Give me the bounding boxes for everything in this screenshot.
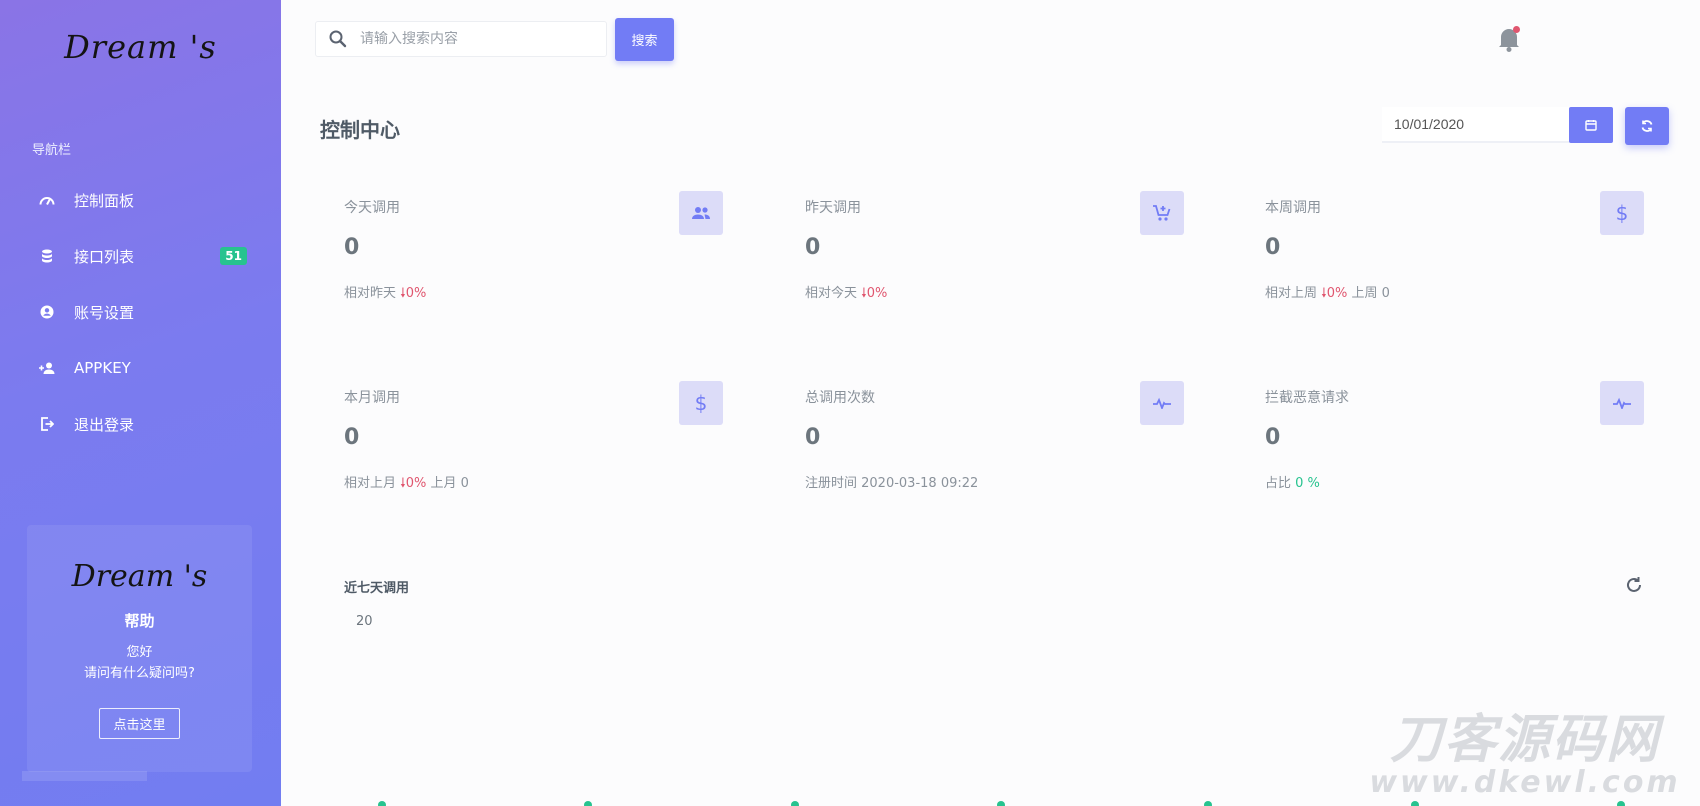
help-title: 帮助 (124, 612, 155, 630)
pulse-icon (1600, 381, 1644, 425)
sidebar-item-account-settings[interactable]: 账号设置 (0, 284, 281, 340)
stat-value: 0 (344, 425, 360, 450)
sidebar-item-api-list[interactable]: 接口列表 51 (0, 228, 281, 284)
stat-title: 拦截恶意请求 (1265, 390, 1349, 406)
chart-point (1617, 801, 1625, 806)
stat-title: 本周调用 (1265, 200, 1321, 216)
api-count-badge: 51 (220, 247, 247, 265)
stat-card-this-week: 本周调用 0 相对上周 🠗0% 上周 0 $ (1265, 191, 1665, 327)
stat-change: 0% (405, 476, 427, 491)
chart-title: 近七天调用 (344, 581, 410, 596)
watermark-url: www.dkewl.com (1369, 765, 1681, 800)
sidebar-item-label: 接口列表 (74, 247, 135, 266)
help-logo: Dream 's (71, 559, 208, 594)
stat-card-today: 今天调用 0 相对昨天 🠗0% (344, 191, 744, 327)
sidebar-item-dashboard[interactable]: 控制面板 (0, 172, 281, 228)
nav-caption: 导航栏 (32, 143, 72, 158)
chart-refresh-icon[interactable] (1623, 574, 1645, 596)
stat-title: 今天调用 (344, 200, 400, 216)
sidebar-item-label: 控制面板 (74, 191, 135, 210)
sidebar-item-appkey[interactable]: APPKEY (0, 340, 281, 396)
database-icon (38, 247, 56, 265)
speedometer-icon (38, 191, 56, 209)
refresh-icon (1641, 120, 1653, 132)
chart-point (378, 801, 386, 806)
refresh-button[interactable] (1625, 107, 1669, 145)
page-title: 控制中心 (320, 118, 400, 142)
sidebar: Dream 's 导航栏 控制面板 接口列表 51 账号设置 APPKEY 退出… (0, 0, 281, 806)
stat-card-total-calls: 总调用次数 0 注册时间 2020-03-18 09:22 (805, 381, 1205, 517)
chart-point (1204, 801, 1212, 806)
account-circle-icon (38, 303, 56, 321)
sidebar-nav: 控制面板 接口列表 51 账号设置 APPKEY 退出登录 (0, 172, 281, 452)
logout-icon (38, 415, 56, 433)
watermark: 刀客源码网 www.dkewl.com (1360, 712, 1690, 798)
user-plus-icon (38, 359, 56, 377)
stat-value: 0 (1265, 425, 1281, 450)
help-card: Dream 's 帮助 您好 请问有什么疑问吗? 点击这里 (22, 525, 252, 781)
stat-change: 0% (1326, 286, 1348, 301)
stat-title: 昨天调用 (805, 200, 861, 216)
sidebar-item-label: APPKEY (74, 359, 131, 377)
sidebar-item-logout[interactable]: 退出登录 (0, 396, 281, 452)
stat-value: 0 (1265, 235, 1281, 260)
search-input[interactable] (360, 31, 600, 47)
chart-point (584, 801, 592, 806)
stat-change: 0% (866, 286, 888, 301)
stat-card-yesterday: 昨天调用 0 相对今天 🠗0% (805, 191, 1205, 327)
stat-footer: 占比 0 % (1265, 476, 1320, 491)
help-question: 请问有什么疑问吗? (84, 666, 195, 681)
cart-plus-icon (1140, 191, 1184, 235)
search-button[interactable]: 搜索 (615, 18, 674, 61)
users-icon (679, 191, 723, 235)
calendar-icon (1585, 120, 1597, 131)
search-icon (328, 29, 348, 49)
notification-bell-icon[interactable] (1496, 25, 1522, 53)
stat-change: 0 % (1295, 476, 1320, 491)
stat-change: 0% (405, 286, 427, 301)
calendar-button[interactable] (1569, 107, 1613, 143)
chart-points (378, 801, 1625, 806)
chart-y-tick: 20 (356, 614, 373, 629)
pulse-icon (1140, 381, 1184, 425)
sidebar-item-label: 账号设置 (74, 303, 135, 322)
stat-footer: 相对昨天 🠗0% (344, 286, 427, 301)
stat-footer: 相对上月 🠗0% 上月 0 (344, 476, 469, 491)
dollar-icon: $ (679, 381, 723, 425)
chart-point (997, 801, 1005, 806)
stat-footer: 注册时间 2020-03-18 09:22 (805, 476, 979, 491)
dollar-icon: $ (1600, 191, 1644, 235)
stat-value: 0 (344, 235, 360, 260)
stat-title: 本月调用 (344, 390, 400, 406)
stat-card-blocked-requests: 拦截恶意请求 0 占比 0 % (1265, 381, 1665, 517)
date-input[interactable] (1382, 107, 1570, 143)
watermark-title: 刀客源码网 (1389, 710, 1660, 770)
help-button[interactable]: 点击这里 (99, 708, 180, 739)
stat-value: 0 (805, 235, 821, 260)
stat-footer: 相对上周 🠗0% 上周 0 (1265, 286, 1390, 301)
chart-point (1411, 801, 1419, 806)
help-greeting: 您好 (126, 645, 153, 660)
search-box (315, 21, 607, 57)
brand-logo[interactable]: Dream 's (0, 28, 281, 66)
stat-footer: 相对今天 🠗0% (805, 286, 888, 301)
stat-card-this-month: 本月调用 0 相对上月 🠗0% 上月 0 $ (344, 381, 744, 517)
chart-point (791, 801, 799, 806)
stat-value: 0 (805, 425, 821, 450)
stat-title: 总调用次数 (805, 390, 875, 406)
sidebar-item-label: 退出登录 (74, 415, 135, 434)
